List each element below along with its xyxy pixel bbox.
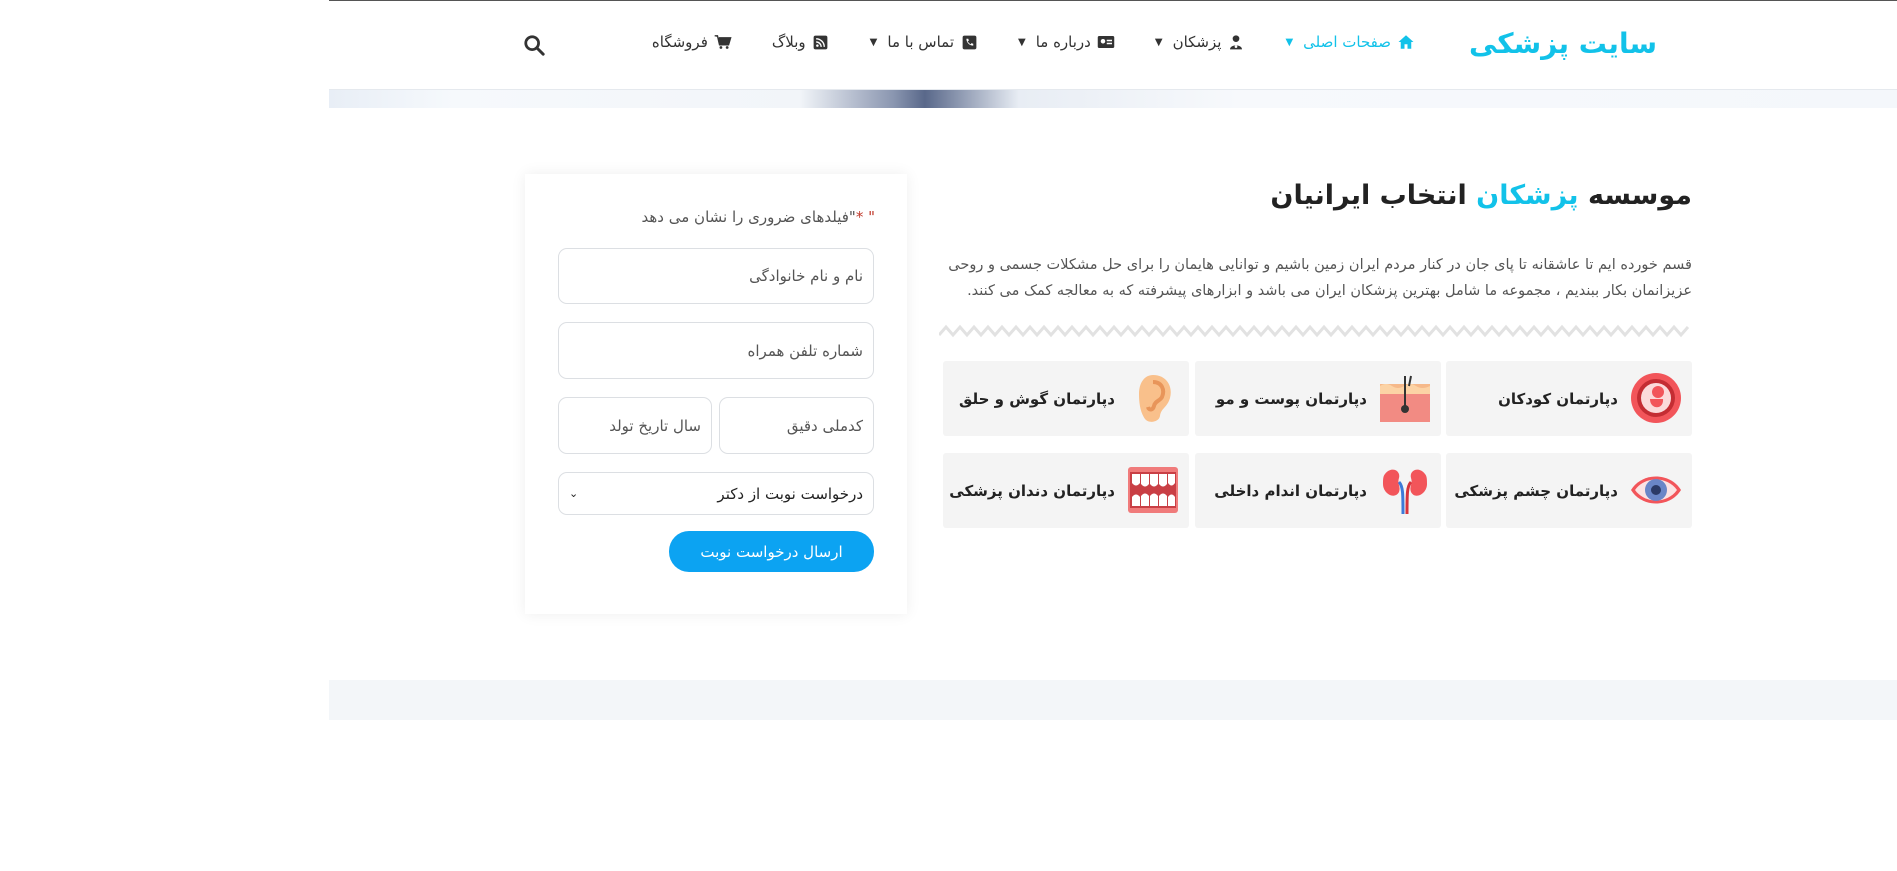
intro-paragraph: قسم خورده ایم تا عاشقانه تا پای جان در ک… [948, 257, 1692, 299]
placeholder-text: نام و نام خانوادگی [749, 267, 863, 285]
nav-item-label: فروشگاه [651, 33, 708, 51]
submit-appointment-button[interactable]: ارسال درخواست نوبت [669, 531, 874, 572]
nav-item-label: پزشکان [1172, 33, 1222, 51]
main-nav: صفحات اصلی ▼ پزشکان ▼ درباره ما ▼ تماس ب… [612, 33, 1415, 51]
department-card-internal-organs[interactable]: دپارتمان اندام داخلی [1195, 453, 1441, 528]
mobile-phone-input[interactable]: شماره تلفن همراه [558, 322, 874, 379]
nav-item-label: صفحات اصلی [1303, 33, 1391, 51]
skin-hair-icon [1379, 372, 1431, 424]
intro-title: موسسه پزشکان انتخاب ایرانیان [1270, 180, 1692, 211]
required-fields-note: " *"فیلدهای ضروری را نشان می دهد [642, 208, 875, 226]
department-card-ophthalmology[interactable]: دپارتمان چشم پزشکی [1446, 453, 1692, 528]
chevron-down-icon: ▼ [1285, 36, 1294, 48]
department-card-ent[interactable]: دپارتمان گوش و حلق [943, 361, 1189, 436]
site-logo[interactable]: سایت پزشکی [1469, 27, 1658, 60]
kidney-icon [1379, 464, 1431, 516]
hero-banner-bottom [329, 90, 1897, 108]
nav-item-blog[interactable]: وبلاگ [772, 33, 830, 51]
footer-band [329, 680, 1897, 720]
appointment-type-select[interactable]: درخواست نوبت از دکتر ⌄ [558, 472, 874, 515]
chevron-down-icon: ▼ [1154, 36, 1163, 48]
phone-icon [960, 33, 978, 51]
chevron-down-icon: ▼ [1018, 36, 1026, 48]
site-header: سایت پزشکی صفحات اصلی ▼ پزشکان ▼ درباره … [329, 1, 1897, 90]
chevron-down-icon: ▼ [869, 36, 878, 48]
nav-item-about[interactable]: درباره ما ▼ [1018, 33, 1115, 51]
chevron-down-icon: ⌄ [569, 487, 579, 500]
nav-item-home[interactable]: صفحات اصلی ▼ [1285, 33, 1415, 51]
required-star: * [855, 208, 864, 226]
nav-item-label: وبلاگ [771, 33, 806, 51]
placeholder-text: شماره تلفن همراه [747, 341, 863, 360]
nav-item-doctors[interactable]: پزشکان ▼ [1155, 33, 1246, 51]
placeholder-text: سال تاریخ تولد [609, 416, 701, 435]
required-note-text: "فیلدهای ضروری را نشان می دهد [641, 208, 856, 226]
id-card-icon [1097, 33, 1115, 51]
department-label: دپارتمان پوست و مو [1215, 389, 1367, 408]
department-card-skin-hair[interactable]: دپارتمان پوست و مو [1195, 361, 1441, 436]
home-icon [1397, 33, 1415, 51]
cart-icon [714, 33, 732, 51]
rss-icon [812, 33, 830, 51]
select-value: درخواست نوبت از دکتر [717, 484, 863, 503]
placeholder-text: کدملی دقیق [786, 416, 863, 435]
title-part-2: انتخاب ایرانیان [1270, 180, 1467, 211]
department-label: دپارتمان چشم پزشکی [1454, 481, 1618, 500]
national-code-input[interactable]: کدملی دقیق [719, 397, 874, 454]
fetus-icon [1630, 372, 1682, 424]
birth-year-input[interactable]: سال تاریخ تولد [558, 397, 712, 454]
ear-icon [1127, 372, 1179, 424]
nav-item-label: تماس با ما [887, 33, 954, 51]
eye-icon [1630, 464, 1682, 516]
department-label: دپارتمان دندان پزشکی [949, 481, 1115, 500]
full-name-input[interactable]: نام و نام خانوادگی [558, 248, 874, 304]
department-label: دپارتمان گوش و حلق [959, 389, 1115, 408]
teeth-icon [1127, 464, 1179, 516]
required-mark: " * [856, 208, 875, 226]
department-label: دپارتمان اندام داخلی [1214, 481, 1367, 500]
nav-item-contact[interactable]: تماس با ما ▼ [870, 33, 978, 51]
department-label: دپارتمان کودکان [1498, 389, 1618, 408]
department-card-dentistry[interactable]: دپارتمان دندان پزشکی [943, 453, 1189, 528]
title-part-1: موسسه [1587, 180, 1692, 211]
nav-item-shop[interactable]: فروشگاه [652, 33, 732, 51]
nav-item-label: درباره ما [1035, 33, 1091, 51]
title-highlight: پزشکان [1476, 180, 1579, 211]
zigzag-divider [939, 324, 1690, 338]
department-card-pediatrics[interactable]: دپارتمان کودکان [1446, 361, 1692, 436]
required-quote: " [868, 208, 875, 226]
search-icon[interactable] [521, 34, 545, 58]
doctor-icon [1227, 33, 1245, 51]
